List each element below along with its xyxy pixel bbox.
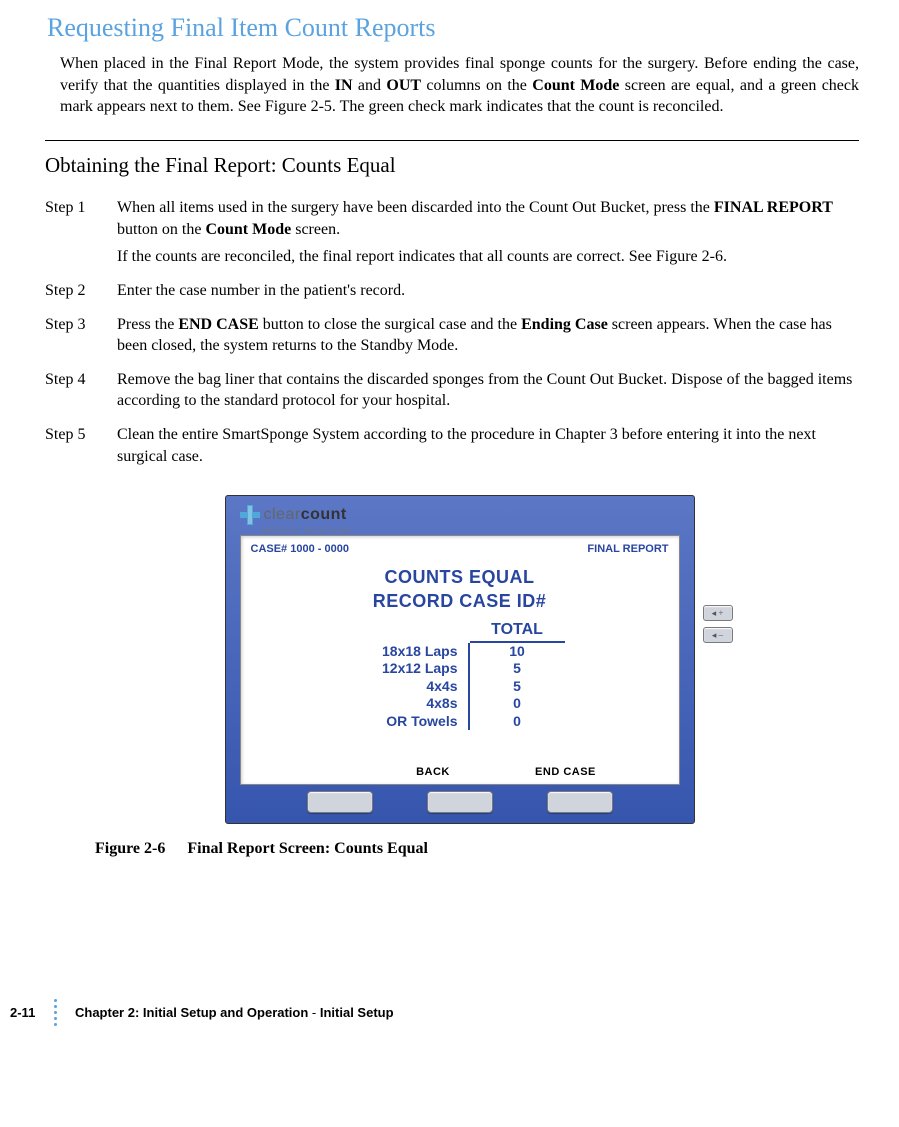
lcd-table: TOTAL 18x18 Laps 10 12x12 Laps 5 4x4s 5 [355, 619, 565, 730]
bold-ending-case: Ending Case [521, 316, 608, 333]
step-1: Step 1 When all items used in the surger… [45, 197, 859, 268]
text: screen. [291, 221, 340, 238]
brand-text: clearcount [264, 504, 347, 526]
step-2: Step 2 Enter the case number in the pati… [45, 280, 859, 302]
text: Press the [117, 316, 178, 333]
volume-up-button[interactable]: ◂ + [703, 605, 733, 621]
lcd-title-counts-equal: COUNTS EQUAL [251, 565, 669, 589]
figure-2-6: clearcount MEDICAL SOLUTIONS CASE# 1000 … [60, 495, 859, 859]
step-label: Step 5 [45, 424, 117, 467]
item-name: 4x4s [355, 678, 470, 696]
table-row: 4x4s 5 [355, 678, 565, 696]
subsection-heading: Obtaining the Final Report: Counts Equal [45, 151, 859, 179]
step-3: Step 3 Press the END CASE button to clos… [45, 314, 859, 357]
step-4: Step 4 Remove the bag liner that contain… [45, 369, 859, 412]
physical-button-left[interactable] [307, 791, 373, 813]
figure-caption: Figure 2-6 Final Report Screen: Counts Eq… [95, 838, 428, 860]
bold-final-report: FINAL REPORT [714, 199, 833, 216]
brand-row: clearcount [240, 504, 680, 526]
lcd-screen: CASE# 1000 - 0000 FINAL REPORT COUNTS EQ… [240, 535, 680, 785]
table-row: 4x8s 0 [355, 695, 565, 713]
step-body: When all items used in the surgery have … [117, 197, 859, 268]
page-number: 2-11 [10, 1004, 56, 1022]
item-name: 4x8s [355, 695, 470, 713]
footer-section: Initial Setup [320, 1005, 394, 1020]
step-subtext: If the counts are reconciled, the final … [117, 246, 859, 268]
step-body: Press the END CASE button to close the s… [117, 314, 859, 357]
device-frame: clearcount MEDICAL SOLUTIONS CASE# 1000 … [225, 495, 695, 824]
brand-subtitle: MEDICAL SOLUTIONS [264, 527, 680, 535]
lcd-header: CASE# 1000 - 0000 FINAL REPORT [251, 542, 669, 557]
mode-label: FINAL REPORT [587, 542, 668, 557]
bold-in: IN [335, 77, 353, 94]
step-body: Clean the entire SmartSponge System acco… [117, 424, 859, 467]
item-total: 10 [470, 643, 565, 661]
table-row: 18x18 Laps 10 [355, 643, 565, 661]
item-total: 0 [470, 713, 565, 731]
table-row: OR Towels 0 [355, 713, 565, 731]
lcd-soft-labels: X BACK END CASE [241, 765, 679, 780]
step-label: Step 4 [45, 369, 117, 412]
physical-buttons [240, 785, 680, 813]
bold-out: OUT [386, 77, 421, 94]
text: Enter the case number in the patient's r… [117, 282, 405, 299]
soft-label-back: BACK [416, 765, 450, 780]
text: When all items used in the surgery have … [117, 199, 714, 216]
item-name: 18x18 Laps [355, 643, 470, 661]
step-5: Step 5 Clean the entire SmartSponge Syst… [45, 424, 859, 467]
physical-button-back[interactable] [427, 791, 493, 813]
step-list: Step 1 When all items used in the surger… [45, 197, 859, 467]
logo-icon [240, 505, 260, 525]
item-name: OR Towels [355, 713, 470, 731]
step-label: Step 3 [45, 314, 117, 357]
text: Remove the bag liner that contains the d… [117, 371, 852, 410]
brand-clear: clear [264, 506, 301, 523]
step-label: Step 2 [45, 280, 117, 302]
lcd-table-header: TOTAL [355, 619, 565, 643]
step-body: Enter the case number in the patient's r… [117, 280, 859, 302]
physical-button-end-case[interactable] [547, 791, 613, 813]
brand-count: count [301, 506, 347, 523]
volume-down-button[interactable]: ◂ – [703, 627, 733, 643]
figure-number: Figure 2-6 [95, 840, 165, 857]
bold-end-case: END CASE [178, 316, 258, 333]
text: button on the [117, 221, 205, 238]
volume-buttons: ◂ + ◂ – [703, 605, 733, 643]
step-label: Step 1 [45, 197, 117, 268]
intro-paragraph: When placed in the Final Report Mode, th… [60, 53, 859, 118]
text: button to close the surgical case and th… [259, 316, 521, 333]
bold-count-mode: Count Mode [532, 77, 619, 94]
footer-text: Chapter 2: Initial Setup and Operation -… [75, 1004, 394, 1022]
text: columns on the [421, 77, 532, 94]
text: and [353, 77, 387, 94]
table-row: 12x12 Laps 5 [355, 660, 565, 678]
item-name: 12x12 Laps [355, 660, 470, 678]
step-body: Remove the bag liner that contains the d… [117, 369, 859, 412]
item-total: 5 [470, 660, 565, 678]
section-heading: Requesting Final Item Count Reports [47, 10, 859, 45]
page-footer: 2-11 Chapter 2: Initial Setup and Operat… [60, 999, 859, 1026]
divider [45, 140, 859, 141]
text: Clean the entire SmartSponge System acco… [117, 426, 816, 465]
item-total: 0 [470, 695, 565, 713]
footer-sep: - [308, 1005, 320, 1020]
total-header: TOTAL [470, 619, 565, 643]
figure-title: Final Report Screen: Counts Equal [187, 840, 428, 857]
case-number: CASE# 1000 - 0000 [251, 542, 349, 557]
item-total: 5 [470, 678, 565, 696]
lcd-title-record-case: RECORD CASE ID# [251, 589, 669, 613]
footer-chapter: Chapter 2: Initial Setup and Operation [75, 1005, 308, 1020]
footer-dots-icon [54, 999, 57, 1026]
bold-count-mode: Count Mode [205, 221, 291, 238]
soft-label-end-case: END CASE [535, 765, 596, 780]
